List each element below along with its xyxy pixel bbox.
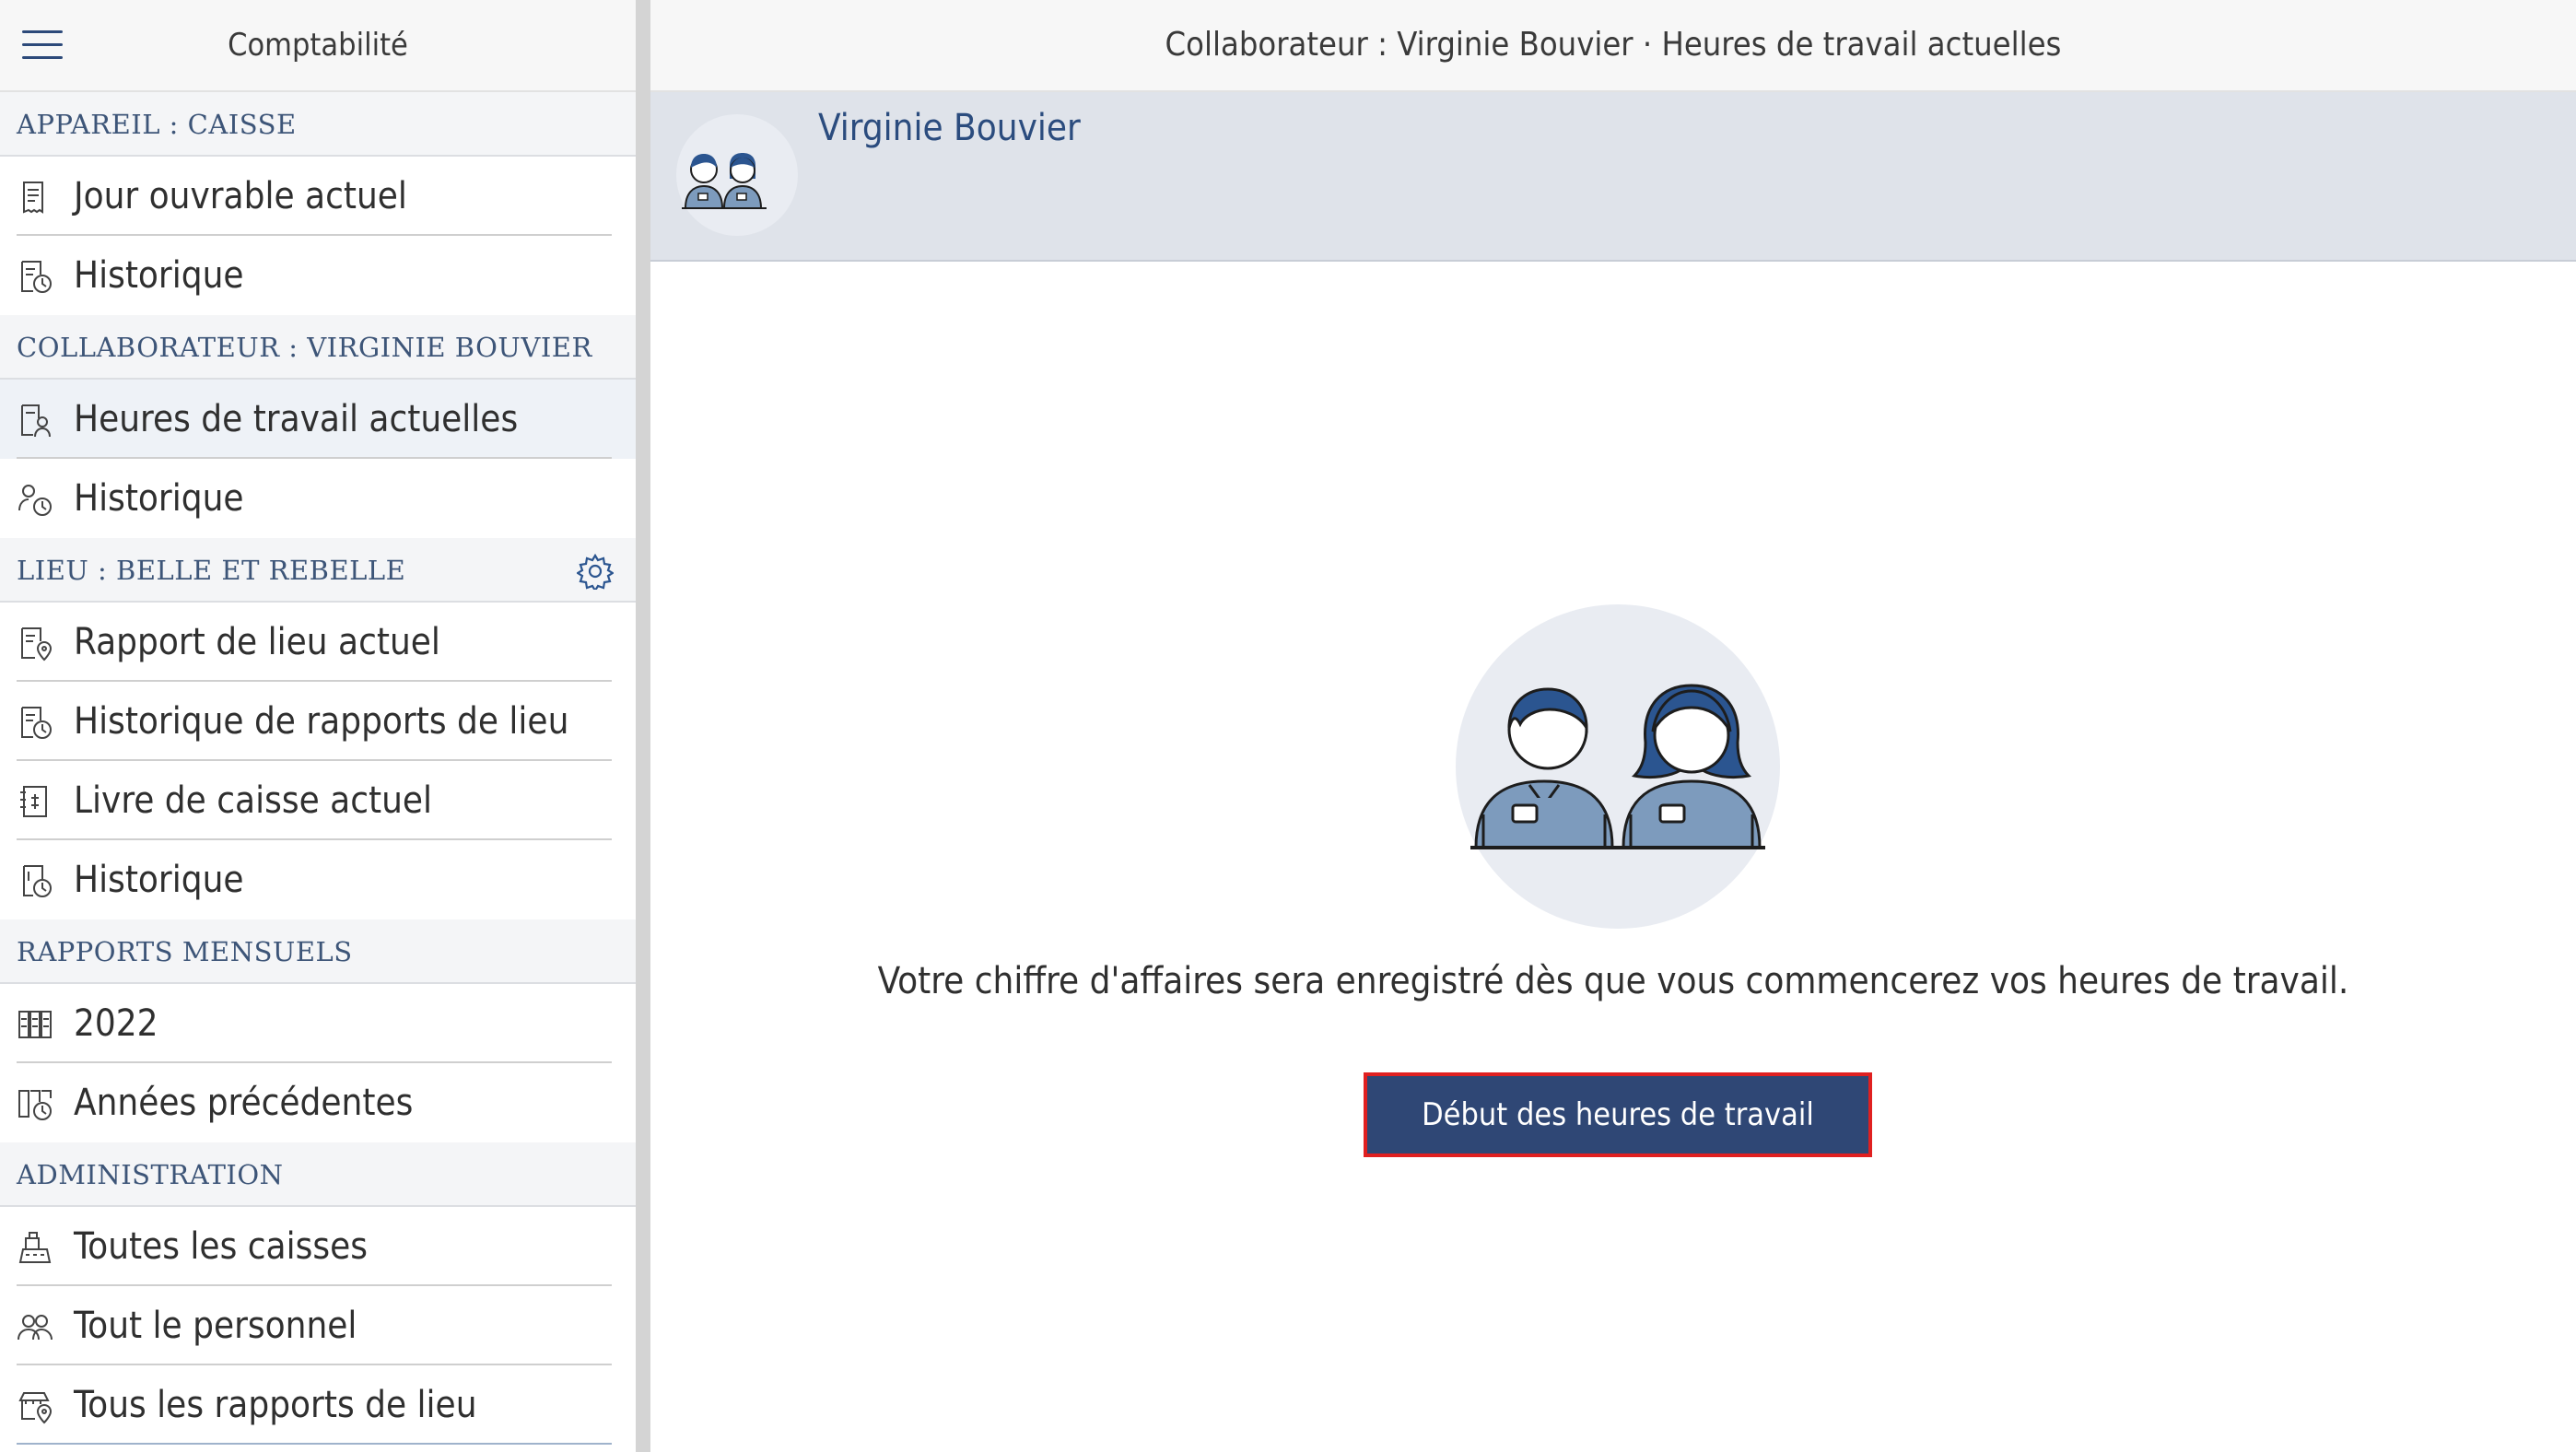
cash-register-icon (18, 1232, 52, 1263)
sidebar-item-all-registers[interactable]: Toutes les caisses (0, 1207, 636, 1286)
cash-book-icon (20, 786, 47, 817)
sidebar-item-cash-book-history[interactable]: Historique (0, 840, 636, 919)
sidebar-item-label: Années précédentes (74, 1082, 414, 1124)
sidebar: Comptabilité APPAREIL : CAISSE Jour ouvr… (0, 0, 636, 1452)
section-label: COLLABORATEUR : VIRGINIE BOUVIER (17, 332, 592, 363)
sidebar-item-label: Jour ouvrable actuel (74, 175, 407, 217)
section-label: ADMINISTRATION (17, 1159, 284, 1190)
sidebar-item-label: Heures de travail actuelles (74, 398, 519, 440)
sidebar-item-label: Historique (74, 477, 244, 520)
section-location: LIEU : BELLE ET REBELLE (0, 538, 636, 603)
sidebar-title: Comptabilité (228, 27, 408, 64)
sidebar-item-label: Historique (74, 254, 244, 297)
receipt-icon (23, 182, 43, 214)
page-title: Collaborateur : Virginie Bouvier · Heure… (1165, 26, 2062, 64)
gear-icon[interactable] (577, 553, 614, 590)
sidebar-item-current-workday[interactable]: Jour ouvrable actuel (0, 157, 636, 236)
sidebar-item-employee-history[interactable]: Historique (0, 459, 636, 538)
sidebar-item-label: Toutes les caisses (74, 1225, 368, 1268)
receipt-history-icon (21, 261, 52, 293)
section-employee: COLLABORATEUR : VIRGINIE BOUVIER (0, 315, 636, 380)
sidebar-header: Comptabilité (0, 0, 636, 92)
section-monthly-reports: RAPPORTS MENSUELS (0, 919, 636, 984)
sidebar-item-label: Historique de rapports de lieu (74, 700, 569, 743)
sidebar-item-device-history[interactable]: Historique (0, 236, 636, 315)
section-label: APPAREIL : CAISSE (17, 109, 297, 140)
section-administration: ADMINISTRATION (0, 1142, 636, 1207)
sidebar-item-location-report-history[interactable]: Historique de rapports de lieu (0, 682, 636, 761)
section-label: LIEU : BELLE ET REBELLE (17, 555, 406, 586)
cash-book-history-icon (23, 865, 52, 897)
receipt-location-icon (21, 627, 53, 662)
sidebar-item-year-2022[interactable]: 2022 (0, 984, 636, 1063)
sidebar-item-label: 2022 (74, 1002, 158, 1045)
sidebar-item-current-work-hours[interactable]: Heures de travail actuelles (0, 380, 636, 459)
info-message: Votre chiffre d'affaires sera enregistré… (877, 960, 2349, 1002)
sidebar-item-label: Livre de caisse actuel (74, 779, 433, 822)
sidebar-item-current-location-report[interactable]: Rapport de lieu actuel (0, 603, 636, 682)
calendar-grid-icon (18, 1011, 52, 1038)
profile-name: Virginie Bouvier (818, 107, 1081, 149)
receipt-history-icon (21, 707, 52, 739)
sidebar-item-label: Tous les rapports de lieu (74, 1384, 477, 1426)
avatar (676, 114, 798, 236)
start-work-hours-button[interactable]: Début des heures de travail (1364, 1072, 1872, 1157)
sidebar-item-label: Rapport de lieu actuel (74, 621, 440, 663)
section-device: APPAREIL : CAISSE (0, 92, 636, 157)
receipt-person-icon (21, 404, 51, 438)
staff-illustration (1456, 604, 1780, 929)
sidebar-item-label: Historique (74, 859, 244, 901)
sidebar-item-current-cash-book[interactable]: Livre de caisse actuel (0, 761, 636, 840)
main-header: Collaborateur : Virginie Bouvier · Heure… (650, 0, 2576, 92)
sidebar-item-all-staff[interactable]: Tout le personnel (0, 1286, 636, 1365)
store-location-icon (18, 1392, 53, 1424)
section-label: RAPPORTS MENSUELS (17, 936, 353, 967)
person-clock-icon (18, 485, 52, 516)
sidebar-divider[interactable] (636, 0, 650, 1452)
calendar-history-icon (18, 1090, 52, 1120)
sidebar-item-previous-years[interactable]: Années précédentes (0, 1063, 636, 1142)
people-icon (18, 1315, 53, 1341)
profile-band: Virginie Bouvier (650, 92, 2576, 262)
sidebar-item-label: Tout le personnel (74, 1305, 357, 1347)
sidebar-item-all-location-reports[interactable]: Tous les rapports de lieu (0, 1365, 636, 1445)
